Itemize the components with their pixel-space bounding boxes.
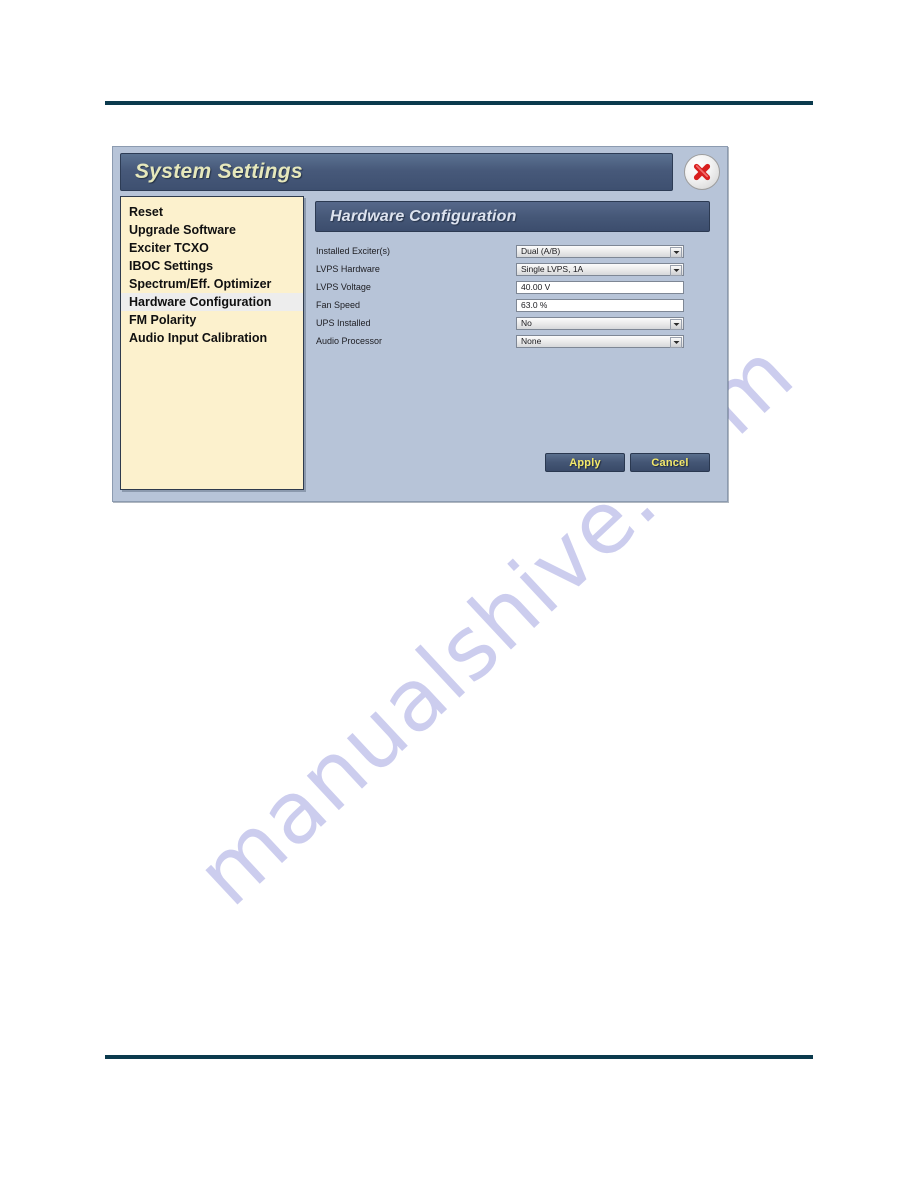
field-value: No [521, 317, 532, 328]
text-input-field[interactable]: 40.00 V [516, 280, 684, 294]
page-top-rule [105, 101, 813, 105]
field-label: Fan Speed [316, 299, 361, 310]
sidebar-item[interactable]: Audio Input Calibration [121, 329, 303, 347]
panel-header: Hardware Configuration [315, 201, 710, 232]
text-input-field[interactable]: 63.0 % [516, 298, 684, 312]
chevron-down-icon[interactable] [670, 264, 682, 276]
settings-content-pane: Hardware Configuration Installed Exciter… [312, 196, 720, 494]
form-row: Audio Processor None [316, 332, 710, 350]
close-button[interactable] [684, 154, 720, 190]
field-label: UPS Installed [316, 317, 371, 328]
field-value: None [521, 335, 542, 346]
form-row: LVPS Hardware Single LVPS, 1A [316, 260, 710, 278]
hardware-configuration-form: Installed Exciter(s) Dual (A/B) LVPS Hardw… [316, 242, 710, 350]
cancel-button[interactable]: Cancel [630, 453, 710, 472]
sidebar-item[interactable]: Spectrum/Eff. Optimizer [121, 275, 303, 293]
apply-button[interactable]: Apply [545, 453, 625, 472]
field-value: 40.00 V [521, 281, 551, 292]
dialog-titlebar-row: System Settings [113, 147, 727, 192]
dialog-title: System Settings [135, 160, 303, 183]
system-settings-dialog: System Settings Reset Upgrade Software Exc… [112, 146, 728, 502]
chevron-down-icon[interactable] [670, 336, 682, 348]
page-bottom-rule [105, 1055, 813, 1059]
dropdown-field[interactable]: No [516, 316, 684, 330]
form-row: LVPS Voltage 40.00 V [316, 278, 710, 296]
field-value: 63.0 % [521, 299, 548, 310]
sidebar-item[interactable]: Hardware Configuration [121, 293, 303, 311]
sidebar-item[interactable]: Exciter TCXO [121, 239, 303, 257]
close-x-icon [691, 161, 713, 183]
field-label: LVPS Voltage [316, 281, 371, 292]
form-row: Fan Speed 63.0 % [316, 296, 710, 314]
dropdown-field[interactable]: Single LVPS, 1A [516, 262, 684, 276]
form-row: Installed Exciter(s) Dual (A/B) [316, 242, 710, 260]
panel-title: Hardware Configuration [330, 207, 517, 225]
form-row: UPS Installed No [316, 314, 710, 332]
field-label: Installed Exciter(s) [316, 245, 391, 256]
dropdown-field[interactable]: None [516, 334, 684, 348]
sidebar-item[interactable]: Upgrade Software [121, 221, 303, 239]
settings-sidebar: Reset Upgrade Software Exciter TCXO IBOC Se… [120, 196, 304, 490]
sidebar-item[interactable]: FM Polarity [121, 311, 303, 329]
field-value: Dual (A/B) [521, 245, 561, 256]
chevron-down-icon[interactable] [670, 318, 682, 330]
field-label: Audio Processor [316, 335, 383, 346]
field-label: LVPS Hardware [316, 263, 380, 274]
sidebar-item[interactable]: Reset [121, 203, 303, 221]
sidebar-item[interactable]: IBOC Settings [121, 257, 303, 275]
dialog-titlebar: System Settings [120, 153, 673, 191]
field-value: Single LVPS, 1A [521, 263, 584, 274]
dialog-action-buttons: Apply Cancel [545, 453, 710, 472]
dropdown-field[interactable]: Dual (A/B) [516, 244, 684, 258]
dialog-body: Reset Upgrade Software Exciter TCXO IBOC Se… [120, 196, 720, 494]
chevron-down-icon[interactable] [670, 246, 682, 258]
